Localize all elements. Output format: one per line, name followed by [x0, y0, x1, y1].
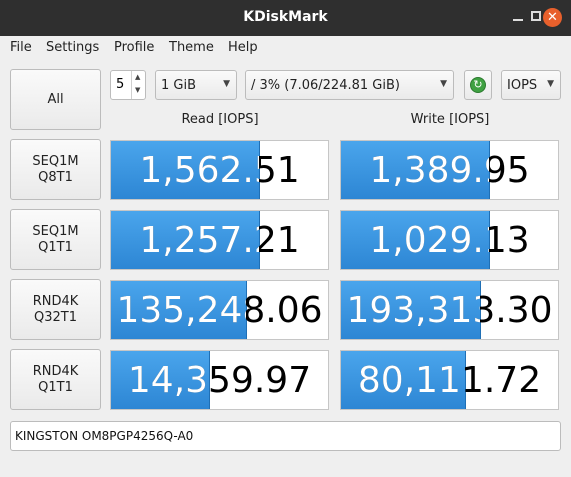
write-value-highlight: 1,389.95 — [369, 150, 488, 191]
unit-value: IOPS — [507, 78, 538, 93]
write-value-overlay: 1,389.95 — [341, 141, 488, 199]
runs-spinbox[interactable]: 5 ▲ ▼ — [110, 70, 146, 100]
chevron-down-icon: ▼ — [547, 79, 554, 89]
chevron-down-icon: ▼ — [440, 79, 447, 89]
menu-file[interactable]: File — [10, 40, 32, 55]
test-name: RND4K — [32, 293, 79, 309]
write-value-highlight: 1,029.13 — [369, 220, 488, 261]
write-value-highlight: 193,313.30 — [346, 290, 479, 331]
test-params: Q1T1 — [38, 239, 73, 255]
read-value-overlay: 1,257.21 — [111, 211, 258, 269]
test-button[interactable]: SEQ1M Q8T1 — [10, 139, 101, 200]
write-value-overlay: 80,111.72 — [341, 351, 465, 409]
title-bar: KDiskMark ✕ — [0, 0, 571, 36]
menu-help[interactable]: Help — [228, 40, 258, 55]
write-header: Write [IOPS] — [410, 112, 490, 127]
run-all-button[interactable]: All — [10, 69, 101, 130]
spin-down-icon[interactable]: ▼ — [135, 86, 140, 94]
device-name: KINGSTON OM8PGP4256Q-A0 — [15, 429, 194, 443]
read-value-highlight: 1,562.51 — [139, 150, 258, 191]
write-result-cell: 193,313.30193,313.30 — [340, 280, 559, 340]
read-value-highlight: 14,359.97 — [127, 360, 209, 401]
chevron-down-icon: ▼ — [223, 79, 230, 89]
write-value-overlay: 193,313.30 — [341, 281, 479, 339]
read-result-cell: 135,248.06135,248.06 — [110, 280, 329, 340]
test-button[interactable]: RND4K Q1T1 — [10, 349, 101, 410]
refresh-icon: ↻ — [470, 77, 486, 93]
minimize-icon[interactable] — [508, 7, 528, 27]
test-button[interactable]: SEQ1M Q1T1 — [10, 209, 101, 270]
read-result-cell: 14,359.9714,359.97 — [110, 350, 329, 410]
test-button[interactable]: RND4K Q32T1 — [10, 279, 101, 340]
spin-up-icon[interactable]: ▲ — [135, 73, 140, 81]
read-value-highlight: 1,257.21 — [139, 220, 258, 261]
target-value: / 3% (7.06/224.81 GiB) — [251, 78, 400, 93]
menu-settings[interactable]: Settings — [46, 40, 99, 55]
test-params: Q8T1 — [38, 169, 73, 185]
test-name: RND4K — [32, 363, 79, 379]
write-result-cell: 1,389.951,389.95 — [340, 140, 559, 200]
read-value-highlight: 135,248.06 — [116, 290, 245, 331]
target-select[interactable]: / 3% (7.06/224.81 GiB) ▼ — [245, 70, 454, 100]
size-select[interactable]: 1 GiB ▼ — [155, 70, 237, 100]
test-name: SEQ1M — [32, 223, 79, 239]
close-icon[interactable]: ✕ — [543, 8, 562, 27]
window-title: KDiskMark — [243, 9, 328, 25]
read-result-cell: 1,257.211,257.21 — [110, 210, 329, 270]
read-header: Read [IOPS] — [181, 112, 259, 127]
read-value-overlay: 14,359.97 — [111, 351, 209, 409]
test-params: Q32T1 — [34, 309, 77, 325]
device-field[interactable]: KINGSTON OM8PGP4256Q-A0 — [10, 421, 561, 451]
read-value-overlay: 135,248.06 — [111, 281, 245, 339]
test-name: SEQ1M — [32, 153, 79, 169]
menu-bar: File Settings Profile Theme Help — [0, 36, 571, 60]
size-value: 1 GiB — [161, 78, 197, 93]
read-result-cell: 1,562.511,562.51 — [110, 140, 329, 200]
write-result-cell: 80,111.7280,111.72 — [340, 350, 559, 410]
write-value-highlight: 80,111.72 — [357, 360, 465, 401]
runs-value: 5 — [116, 77, 125, 92]
test-params: Q1T1 — [38, 379, 73, 395]
menu-theme[interactable]: Theme — [169, 40, 214, 55]
unit-select[interactable]: IOPS ▼ — [501, 70, 561, 100]
refresh-button[interactable]: ↻ — [464, 70, 492, 100]
write-result-cell: 1,029.131,029.13 — [340, 210, 559, 270]
spin-arrows[interactable]: ▲ ▼ — [131, 71, 145, 99]
write-value-overlay: 1,029.13 — [341, 211, 488, 269]
read-value-overlay: 1,562.51 — [111, 141, 258, 199]
menu-profile[interactable]: Profile — [114, 40, 154, 55]
